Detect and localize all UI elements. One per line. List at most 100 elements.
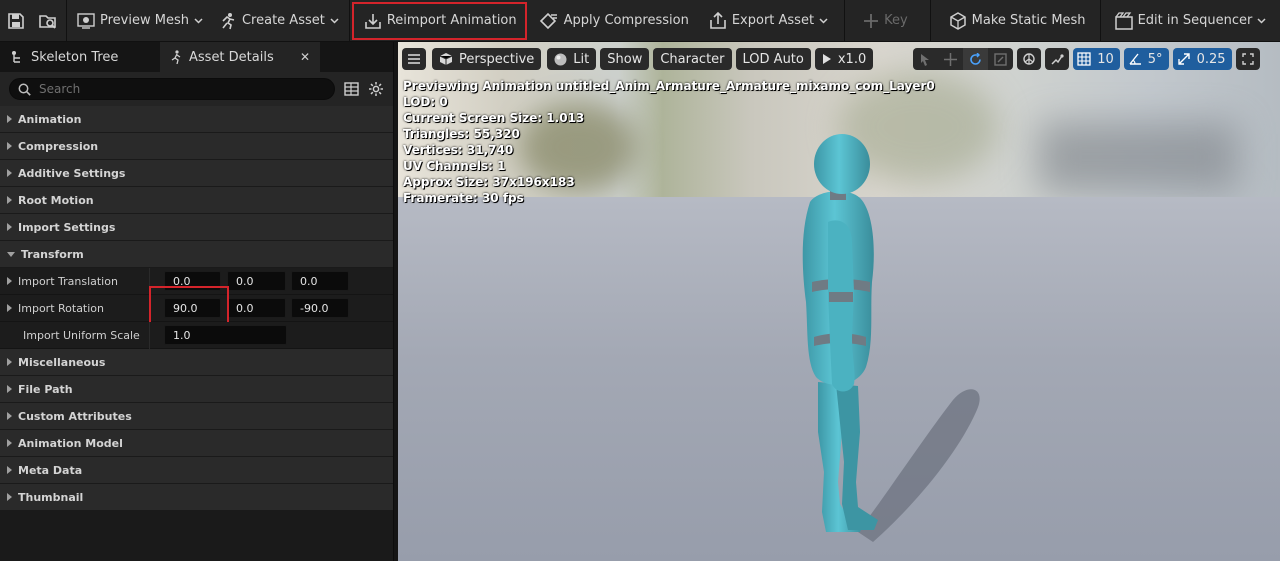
uniform-scale-field[interactable]: 1.0 [164,325,287,345]
play-rate-button[interactable]: x1.0 [814,48,874,70]
category-label: Meta Data [18,463,83,477]
category-compression[interactable]: Compression [0,133,393,160]
scale-snap-icon [1177,53,1190,65]
stat-screen-size: Current Screen Size: 1.013 [403,111,585,125]
category-animation-model[interactable]: Animation Model [0,430,393,457]
category-root-motion[interactable]: Root Motion [0,187,393,214]
move-icon [944,52,958,66]
maximize-viewport-button[interactable] [1235,48,1260,70]
toolbar-separator [929,0,931,42]
category-label: File Path [18,382,73,396]
category-import-settings[interactable]: Import Settings [0,214,393,241]
chevron-down-icon [819,17,828,24]
main-toolbar: Preview Mesh Create Asset Reimport Anima… [0,0,1280,42]
apply-compression-button[interactable]: Apply Compression [531,4,697,38]
local-space-button[interactable] [1017,48,1042,70]
tab-asset-details[interactable]: Asset Details ✕ [160,42,320,72]
compression-icon [539,12,557,29]
category-label: Animation Model [18,436,123,450]
tab-skeleton-tree[interactable]: Skeleton Tree [0,42,158,72]
category-label: Thumbnail [18,490,84,504]
edit-in-sequencer-button[interactable]: Edit in Sequencer [1107,4,1275,38]
expand-arrow-icon [7,466,12,474]
category-miscellaneous[interactable]: Miscellaneous [0,349,393,376]
angle-icon [1129,53,1141,65]
close-tab-button[interactable]: ✕ [300,50,310,64]
category-label: Additive Settings [18,166,126,180]
category-file-path[interactable]: File Path [0,376,393,403]
show-label: Show [607,51,643,67]
sphere-icon [554,53,567,65]
category-transform[interactable]: Transform [0,241,393,268]
expand-arrow-icon[interactable] [7,277,12,285]
cube-icon [439,53,453,65]
stat-previewing: Previewing Animation untitled_Anim_Armat… [403,79,935,93]
reimport-icon [365,13,381,29]
snap-surface-icon [1051,54,1064,65]
show-button[interactable]: Show [600,48,650,70]
category-thumbnail[interactable]: Thumbnail [0,484,393,511]
category-label: Custom Attributes [18,409,132,423]
expand-arrow-icon[interactable] [7,304,12,312]
export-asset-button[interactable]: Export Asset [701,4,836,38]
expand-arrow-icon [7,169,12,177]
grid-size-value: 10 [1097,51,1114,67]
lit-button[interactable]: Lit [547,48,597,70]
rotation-y-field[interactable]: 0.0 [227,298,286,318]
table-view-icon[interactable] [344,82,359,96]
make-static-mesh-button[interactable]: Make Static Mesh [941,4,1094,38]
static-mesh-icon [949,11,966,30]
lod-label: LOD Auto [742,51,804,67]
reimport-animation-button[interactable]: Reimport Animation [351,1,527,40]
scale-tool[interactable] [988,48,1013,70]
create-asset-label: Create Asset [241,13,325,28]
translation-z-field[interactable]: 0.0 [291,271,349,291]
preview-viewport[interactable]: Perspective Lit Show Character LOD Auto … [398,42,1280,561]
select-tool[interactable] [913,48,938,70]
rotate-tool[interactable] [963,48,989,70]
preview-mesh-button[interactable]: Preview Mesh [69,4,211,38]
scale-snap-button[interactable]: 0.25 [1172,48,1232,70]
category-label: Animation [18,112,82,126]
category-meta-data[interactable]: Meta Data [0,457,393,484]
gear-icon[interactable] [368,81,384,97]
grid-snap-button[interactable]: 10 [1073,48,1120,70]
lod-button[interactable]: LOD Auto [735,48,811,70]
translate-tool[interactable] [938,48,963,70]
save-icon [8,12,24,29]
viewport-menu-button[interactable] [402,48,426,70]
expand-arrow-icon [7,439,12,447]
category-custom-attributes[interactable]: Custom Attributes [0,403,393,430]
chevron-down-icon [194,17,203,24]
rotation-snap-value: 5° [1147,51,1163,67]
search-icon [18,83,31,96]
translation-y-field[interactable]: 0.0 [227,271,286,291]
cursor-icon [921,53,930,66]
search-input[interactable]: Search [9,78,335,100]
category-animation[interactable]: Animation [0,106,393,133]
edit-in-sequencer-label: Edit in Sequencer [1137,13,1253,28]
expand-arrow-icon [7,223,12,231]
key-label: Key [884,13,908,28]
play-icon [822,54,831,64]
animation-editor: Preview Mesh Create Asset Reimport Anima… [0,0,1280,561]
create-asset-button[interactable]: Create Asset [211,4,347,38]
expand-arrow-icon [7,412,12,420]
character-button[interactable]: Character [653,48,732,70]
panel-tabs: Skeleton Tree Asset Details ✕ [0,42,393,72]
transform-tools [913,48,1014,70]
perspective-button[interactable]: Perspective [432,48,542,70]
property-label: Import Rotation [18,301,105,315]
category-additive-settings[interactable]: Additive Settings [0,160,393,187]
surface-snap-button[interactable] [1045,48,1070,70]
reimport-animation-label: Reimport Animation [386,13,517,28]
running-figure-icon [222,12,235,29]
save-button[interactable] [0,4,32,38]
animation-sequence-icon [171,50,181,64]
rotation-z-field[interactable]: -90.0 [291,298,349,318]
add-key-button[interactable]: Key [855,4,916,38]
browse-button[interactable] [32,4,64,38]
rotation-snap-button[interactable]: 5° [1123,48,1169,70]
category-label: Miscellaneous [18,355,106,369]
perspective-label: Perspective [459,51,535,67]
